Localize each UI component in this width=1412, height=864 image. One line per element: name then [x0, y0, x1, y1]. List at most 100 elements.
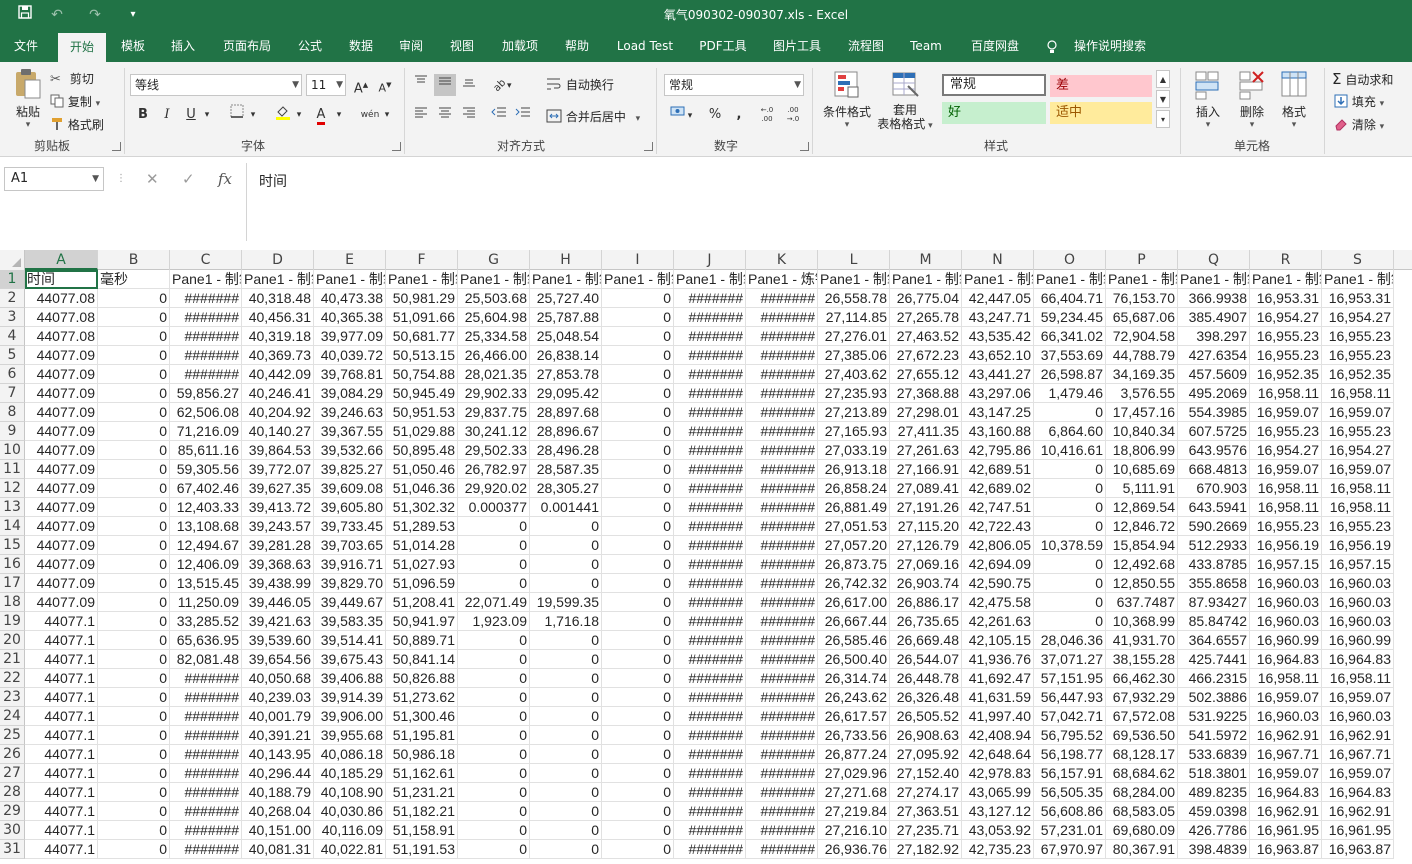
- cell-m3[interactable]: 27,265.78: [890, 308, 962, 327]
- cell-l14[interactable]: 27,051.53: [818, 517, 890, 536]
- cell-c6[interactable]: #######: [170, 365, 242, 384]
- column-header-b[interactable]: B: [98, 250, 170, 270]
- cell-q1[interactable]: Pane1 - 制氧: [1178, 270, 1250, 289]
- cell-h3[interactable]: 25,787.88: [530, 308, 602, 327]
- column-header-e[interactable]: E: [314, 250, 386, 270]
- cell-o3[interactable]: 59,234.45: [1034, 308, 1106, 327]
- cell-h12[interactable]: 28,305.27: [530, 479, 602, 498]
- cell-g16[interactable]: 0: [458, 555, 530, 574]
- cell-s7[interactable]: 16,958.11: [1322, 384, 1394, 403]
- cell-q30[interactable]: 426.7786: [1178, 821, 1250, 840]
- cell-o18[interactable]: 0: [1034, 593, 1106, 612]
- cell-d7[interactable]: 40,246.41: [242, 384, 314, 403]
- cell-a19[interactable]: 44077.1: [25, 612, 98, 631]
- cell-k24[interactable]: #######: [746, 707, 818, 726]
- cell-j11[interactable]: #######: [674, 460, 746, 479]
- cell-n12[interactable]: 42,689.02: [962, 479, 1034, 498]
- cell-e21[interactable]: 39,675.43: [314, 650, 386, 669]
- cell-j17[interactable]: #######: [674, 574, 746, 593]
- cell-d13[interactable]: 39,413.72: [242, 498, 314, 517]
- row-header[interactable]: 11: [0, 460, 25, 479]
- cell-o4[interactable]: 66,341.02: [1034, 327, 1106, 346]
- column-header-f[interactable]: F: [386, 250, 458, 270]
- cell-g15[interactable]: 0: [458, 536, 530, 555]
- cell-e28[interactable]: 40,108.90: [314, 783, 386, 802]
- cell-l12[interactable]: 26,858.24: [818, 479, 890, 498]
- cell-q22[interactable]: 466.2315: [1178, 669, 1250, 688]
- cell-b3[interactable]: 0: [98, 308, 170, 327]
- decrease-indent-icon[interactable]: [488, 105, 510, 127]
- cell-s5[interactable]: 16,955.23: [1322, 346, 1394, 365]
- row-header[interactable]: 4: [0, 327, 25, 346]
- cell-k18[interactable]: #######: [746, 593, 818, 612]
- tab-help[interactable]: 帮助: [556, 30, 598, 62]
- conditional-formatting-button[interactable]: 条件格式 ▾: [818, 70, 876, 130]
- cell-k19[interactable]: #######: [746, 612, 818, 631]
- cell-f30[interactable]: 51,158.91: [386, 821, 458, 840]
- cell-k5[interactable]: #######: [746, 346, 818, 365]
- cell-q3[interactable]: 385.4907: [1178, 308, 1250, 327]
- cell-d15[interactable]: 39,281.28: [242, 536, 314, 555]
- cell-i19[interactable]: 0: [602, 612, 674, 631]
- cell-p1[interactable]: Pane1 - 制氧: [1106, 270, 1178, 289]
- cell-f1[interactable]: Pane1 - 制氧: [386, 270, 458, 289]
- cell-p10[interactable]: 18,806.99: [1106, 441, 1178, 460]
- chevron-down-icon[interactable]: ▾: [246, 104, 260, 126]
- cell-h21[interactable]: 0: [530, 650, 602, 669]
- cell-g8[interactable]: 29,837.75: [458, 403, 530, 422]
- tab-image-tools[interactable]: 图片工具: [762, 30, 832, 62]
- cell-l2[interactable]: 26,558.78: [818, 289, 890, 308]
- cell-q7[interactable]: 495.2069: [1178, 384, 1250, 403]
- cell-b12[interactable]: 0: [98, 479, 170, 498]
- cell-h5[interactable]: 26,838.14: [530, 346, 602, 365]
- cell-s15[interactable]: 16,956.19: [1322, 536, 1394, 555]
- cell-b9[interactable]: 0: [98, 422, 170, 441]
- cell-a14[interactable]: 44077.09: [25, 517, 98, 536]
- cell-a27[interactable]: 44077.1: [25, 764, 98, 783]
- cell-r8[interactable]: 16,959.07: [1250, 403, 1322, 422]
- align-middle-icon[interactable]: [434, 74, 456, 96]
- cell-n7[interactable]: 43,297.06: [962, 384, 1034, 403]
- cell-l31[interactable]: 26,936.76: [818, 840, 890, 859]
- cell-d29[interactable]: 40,268.04: [242, 802, 314, 821]
- cell-m25[interactable]: 26,908.63: [890, 726, 962, 745]
- cell-n5[interactable]: 43,652.10: [962, 346, 1034, 365]
- cell-f24[interactable]: 51,300.46: [386, 707, 458, 726]
- column-header-n[interactable]: N: [962, 250, 1034, 270]
- cell-f10[interactable]: 50,895.48: [386, 441, 458, 460]
- cell-j13[interactable]: #######: [674, 498, 746, 517]
- cell-o7[interactable]: 1,479.46: [1034, 384, 1106, 403]
- cell-e24[interactable]: 39,906.00: [314, 707, 386, 726]
- cell-c23[interactable]: #######: [170, 688, 242, 707]
- cell-h20[interactable]: 0: [530, 631, 602, 650]
- enter-icon[interactable]: ✓: [182, 167, 195, 191]
- cell-g4[interactable]: 25,334.58: [458, 327, 530, 346]
- cell-e31[interactable]: 40,022.81: [314, 840, 386, 859]
- cell-l9[interactable]: 27,165.93: [818, 422, 890, 441]
- cell-b18[interactable]: 0: [98, 593, 170, 612]
- cell-o9[interactable]: 6,864.60: [1034, 422, 1106, 441]
- align-left-icon[interactable]: [410, 105, 432, 127]
- cell-g5[interactable]: 26,466.00: [458, 346, 530, 365]
- cell-i10[interactable]: 0: [602, 441, 674, 460]
- cell-r7[interactable]: 16,958.11: [1250, 384, 1322, 403]
- cell-j21[interactable]: #######: [674, 650, 746, 669]
- cell-r27[interactable]: 16,959.07: [1250, 764, 1322, 783]
- phonetic-guide-button[interactable]: wén: [358, 104, 382, 126]
- underline-button[interactable]: U: [180, 104, 202, 126]
- cell-k16[interactable]: #######: [746, 555, 818, 574]
- cell-d16[interactable]: 39,368.63: [242, 555, 314, 574]
- cell-q25[interactable]: 541.5972: [1178, 726, 1250, 745]
- cell-i15[interactable]: 0: [602, 536, 674, 555]
- cell-l11[interactable]: 26,913.18: [818, 460, 890, 479]
- cell-h29[interactable]: 0: [530, 802, 602, 821]
- cell-o30[interactable]: 57,231.01: [1034, 821, 1106, 840]
- column-header-s[interactable]: S: [1322, 250, 1394, 270]
- cell-j26[interactable]: #######: [674, 745, 746, 764]
- cell-f3[interactable]: 51,091.66: [386, 308, 458, 327]
- cell-f21[interactable]: 50,841.14: [386, 650, 458, 669]
- cell-o28[interactable]: 56,505.35: [1034, 783, 1106, 802]
- cell-p29[interactable]: 68,583.05: [1106, 802, 1178, 821]
- cell-a21[interactable]: 44077.1: [25, 650, 98, 669]
- cut-button[interactable]: ✂ 剪切: [50, 70, 94, 87]
